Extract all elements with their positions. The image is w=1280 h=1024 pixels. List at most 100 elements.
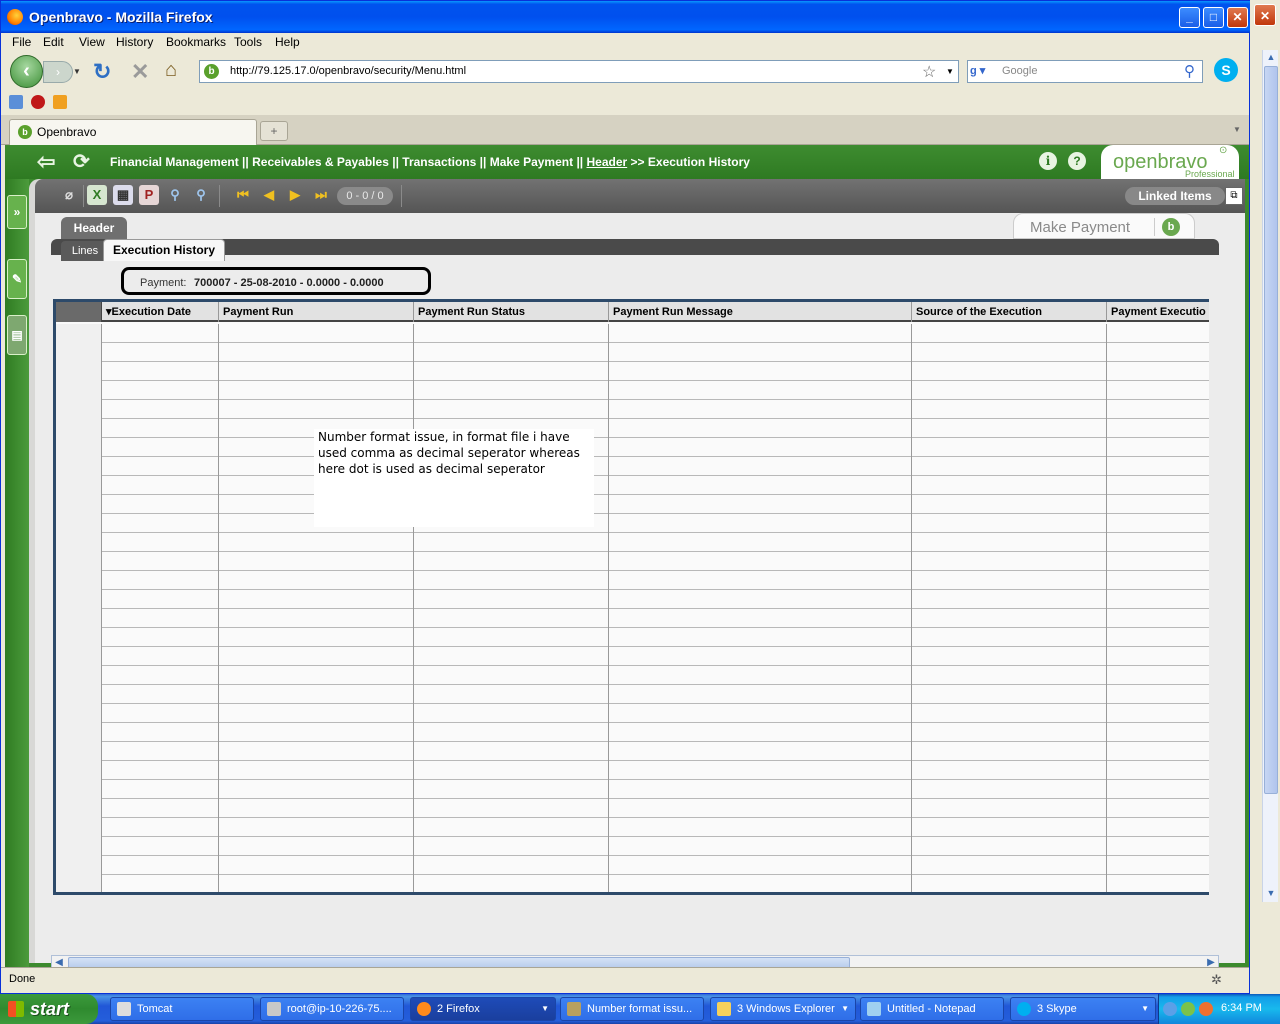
table-cell[interactable] (609, 685, 912, 704)
table-cell[interactable] (1107, 533, 1209, 552)
table-cell[interactable] (1107, 324, 1209, 343)
tray-collapse-icon[interactable] (1163, 1002, 1177, 1016)
table-row[interactable] (56, 343, 1209, 362)
table-cell[interactable] (219, 571, 414, 590)
table-cell[interactable] (102, 476, 219, 495)
linked-items-button[interactable]: Linked Items (1125, 187, 1225, 205)
url-dropdown-icon[interactable]: ▼ (946, 67, 954, 76)
table-cell[interactable] (1107, 818, 1209, 837)
help-icon[interactable]: ? (1068, 152, 1086, 170)
table-cell[interactable] (1107, 780, 1209, 799)
table-cell[interactable] (1107, 856, 1209, 875)
table-cell[interactable] (219, 324, 414, 343)
forward-button[interactable]: › (43, 61, 73, 83)
row-selector[interactable] (56, 495, 102, 514)
table-cell[interactable] (1107, 628, 1209, 647)
table-cell[interactable] (1107, 476, 1209, 495)
table-cell[interactable] (609, 837, 912, 856)
table-cell[interactable] (1107, 799, 1209, 818)
bookmark-page-icon[interactable] (9, 95, 23, 109)
next-record-icon[interactable]: ▶ (285, 185, 305, 205)
row-selector[interactable] (56, 685, 102, 704)
table-cell[interactable] (219, 780, 414, 799)
table-cell[interactable] (414, 723, 609, 742)
table-cell[interactable] (912, 552, 1107, 571)
row-selector[interactable] (56, 723, 102, 742)
table-cell[interactable] (1107, 514, 1209, 533)
reload-button[interactable]: ↻ (93, 59, 111, 85)
table-cell[interactable] (912, 875, 1107, 892)
table-cell[interactable] (912, 666, 1107, 685)
menu-file[interactable]: File (12, 35, 31, 49)
table-cell[interactable] (609, 362, 912, 381)
table-cell[interactable] (1107, 362, 1209, 381)
table-cell[interactable] (414, 590, 609, 609)
row-selector[interactable] (56, 666, 102, 685)
column-source-of-execution[interactable]: Source of the Execution (912, 302, 1107, 322)
table-cell[interactable] (912, 419, 1107, 438)
table-row[interactable] (56, 704, 1209, 723)
table-row[interactable] (56, 818, 1209, 837)
table-cell[interactable] (414, 780, 609, 799)
table-cell[interactable] (609, 856, 912, 875)
row-selector[interactable] (56, 362, 102, 381)
history-dropdown-icon[interactable]: ▼ (73, 67, 81, 76)
table-cell[interactable] (219, 628, 414, 647)
row-selector[interactable] (56, 647, 102, 666)
row-selector[interactable] (56, 780, 102, 799)
row-selector[interactable] (56, 742, 102, 761)
table-row[interactable] (56, 419, 1209, 438)
table-cell[interactable] (912, 495, 1107, 514)
table-cell[interactable] (219, 856, 414, 875)
table-cell[interactable] (609, 799, 912, 818)
table-row[interactable] (56, 476, 1209, 495)
row-selector[interactable] (56, 761, 102, 780)
table-cell[interactable] (609, 400, 912, 419)
table-row[interactable] (56, 856, 1209, 875)
table-cell[interactable] (102, 666, 219, 685)
table-row[interactable] (56, 875, 1209, 892)
minimize-button[interactable]: _ (1179, 7, 1200, 28)
task-number-format[interactable]: Number format issu... (560, 997, 704, 1021)
table-row[interactable] (56, 685, 1209, 704)
table-cell[interactable] (414, 381, 609, 400)
row-selector[interactable] (56, 628, 102, 647)
table-cell[interactable] (609, 438, 912, 457)
table-cell[interactable] (219, 343, 414, 362)
table-cell[interactable] (102, 590, 219, 609)
table-row[interactable] (56, 761, 1209, 780)
search-input[interactable]: Google (1002, 65, 1037, 77)
table-cell[interactable] (1107, 837, 1209, 856)
table-cell[interactable] (912, 476, 1107, 495)
table-cell[interactable] (102, 742, 219, 761)
task-skype[interactable]: 3 Skype ▼ (1010, 997, 1156, 1021)
table-cell[interactable] (609, 666, 912, 685)
table-cell[interactable] (912, 438, 1107, 457)
table-cell[interactable] (1107, 381, 1209, 400)
table-row[interactable] (56, 647, 1209, 666)
attachment-icon[interactable]: ⌀ (59, 185, 79, 205)
previous-record-icon[interactable]: ◀ (259, 185, 279, 205)
task-tomcat[interactable]: Tomcat (110, 997, 254, 1021)
table-cell[interactable] (912, 685, 1107, 704)
table-cell[interactable] (609, 818, 912, 837)
table-cell[interactable] (912, 343, 1107, 362)
table-cell[interactable] (102, 552, 219, 571)
table-cell[interactable] (609, 742, 912, 761)
table-cell[interactable] (1107, 590, 1209, 609)
home-button[interactable]: ⌂ (165, 59, 177, 82)
table-cell[interactable] (1107, 400, 1209, 419)
table-cell[interactable] (414, 324, 609, 343)
table-cell[interactable] (609, 647, 912, 666)
new-tab-button[interactable]: + (260, 121, 288, 141)
export-excel-icon[interactable]: X (87, 185, 107, 205)
table-cell[interactable] (609, 457, 912, 476)
scroll-thumb[interactable] (1264, 66, 1278, 794)
table-cell[interactable] (609, 552, 912, 571)
table-cell[interactable] (102, 875, 219, 892)
table-cell[interactable] (912, 799, 1107, 818)
bookmark-star-icon[interactable]: ☆ (922, 62, 936, 82)
table-cell[interactable] (219, 666, 414, 685)
table-cell[interactable] (219, 362, 414, 381)
addon-bug-icon[interactable]: ✲ (1211, 972, 1222, 988)
